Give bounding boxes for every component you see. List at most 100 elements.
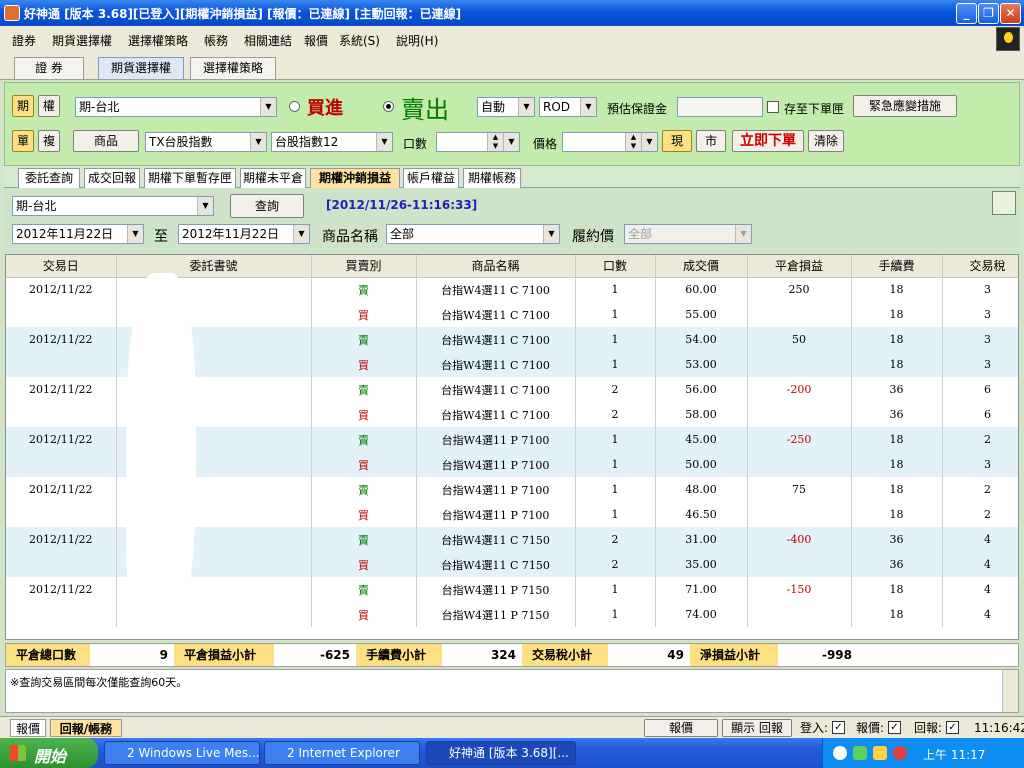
single-order-button[interactable]: 單 — [12, 130, 34, 152]
stepper-arrows-icon[interactable]: ▲ ▼ — [487, 133, 503, 151]
quote-button[interactable]: 報價 — [644, 719, 718, 737]
menu-securities[interactable]: 證券 — [12, 32, 36, 49]
emergency-button[interactable]: 緊急應變措施 — [853, 95, 957, 117]
lightbulb-icon[interactable] — [996, 27, 1020, 51]
date-to-picker[interactable]: 2012年11月22日 ▼ — [178, 224, 310, 244]
col-side-cell: 賣 — [311, 477, 417, 502]
col-order-no-header[interactable]: 委託書號 — [116, 255, 312, 278]
col-tax-cell: 2 — [942, 477, 1018, 502]
order-condition-select[interactable]: ROD ▼ — [539, 97, 597, 117]
tab-fill-report[interactable]: 成交回報 — [84, 168, 140, 188]
menu-system[interactable]: 系統(S) — [339, 32, 380, 49]
menu-help[interactable]: 說明(H) — [396, 32, 438, 49]
contract-select[interactable]: 台股指數12 ▼ — [271, 132, 393, 152]
chevron-down-icon: ▼ — [376, 133, 392, 151]
close-button[interactable]: ✕ — [1000, 3, 1021, 24]
restore-button[interactable]: ❐ — [978, 3, 999, 24]
clear-button[interactable]: 清除 — [808, 130, 844, 152]
col-close-pnl-cell: -250 — [747, 427, 852, 452]
col-side-cell: 賣 — [311, 577, 417, 602]
submit-order-button[interactable]: 立即下單 — [732, 130, 804, 152]
tab-securities[interactable]: 證 券 — [14, 57, 84, 79]
query-button[interactable]: 查詢 — [230, 194, 304, 218]
col-fee-header[interactable]: 手續費 — [851, 255, 943, 278]
col-price-cell: 55.00 — [655, 302, 748, 327]
start-button[interactable]: 開始 — [0, 738, 98, 768]
buy-label[interactable]: 買進 — [307, 94, 343, 120]
tab-open-positions[interactable]: 期權未平倉 — [240, 168, 306, 188]
col-lots-cell: 2 — [575, 527, 656, 552]
app-icon — [4, 5, 20, 21]
chevron-down-icon: ▼ — [503, 133, 519, 151]
stepper-arrows-icon[interactable]: ▲ ▼ — [625, 133, 641, 151]
col-close-pnl-header[interactable]: 平倉損益 — [747, 255, 852, 278]
account-select[interactable]: 期-台北 ▼ — [75, 97, 277, 117]
market-price-button[interactable]: 市 — [696, 130, 726, 152]
col-fee-cell: 36 — [851, 402, 943, 427]
tray-network-icon[interactable] — [873, 746, 887, 760]
options-type-button[interactable]: 權 — [38, 95, 60, 117]
tray-security-icon[interactable] — [893, 746, 907, 760]
menu-links[interactable]: 相關連結 — [244, 32, 292, 49]
col-side-header[interactable]: 買賣別 — [311, 255, 417, 278]
tab-offset-pnl[interactable]: 期權沖銷損益 — [310, 168, 400, 188]
show-report-button[interactable]: 顯示 回報 — [722, 719, 792, 737]
sub-tabs: 委託查詢 成交回報 期權下單暫存匣 期權未平倉 期權沖銷損益 帳戶權益 期權帳務 — [4, 166, 1020, 188]
date-from-picker[interactable]: 2012年11月22日 ▼ — [12, 224, 144, 244]
menu-futures-options[interactable]: 期貨選擇權 — [52, 32, 112, 49]
query-account-select[interactable]: 期-台北 ▼ — [12, 196, 214, 216]
col-fee-cell: 36 — [851, 527, 943, 552]
price-label: 價格 — [533, 137, 558, 151]
col-trade-date-header[interactable]: 交易日 — [6, 255, 117, 278]
col-tax-header[interactable]: 交易稅 — [942, 255, 1018, 278]
task-app-window[interactable]: 好神通 [版本 3.68][... — [426, 741, 576, 765]
product-button[interactable]: 商品 — [73, 130, 139, 152]
export-excel-icon[interactable] — [992, 191, 1016, 215]
buy-radio[interactable] — [289, 101, 300, 112]
note-scrollbar[interactable] — [1002, 670, 1018, 712]
col-price-header[interactable]: 成交價 — [655, 255, 748, 278]
col-price-cell: 53.00 — [655, 352, 748, 377]
tab-futures-options[interactable]: 期貨選擇權 — [98, 57, 184, 79]
tray-app-icon[interactable] — [853, 746, 867, 760]
product-name-select[interactable]: 全部 ▼ — [386, 224, 560, 244]
tab-accounting[interactable]: 期權帳務 — [463, 168, 521, 188]
col-product-header[interactable]: 商品名稱 — [416, 255, 576, 278]
col-trade-date-cell — [6, 452, 117, 477]
sell-radio[interactable] — [383, 101, 394, 112]
menu-accounts[interactable]: 帳務 — [204, 32, 228, 49]
col-close-pnl-cell — [747, 602, 852, 627]
tab-account-equity[interactable]: 帳戶權益 — [403, 168, 459, 188]
contract-select-value: 台股指數12 — [275, 135, 339, 149]
compound-order-button[interactable]: 複 — [38, 130, 60, 152]
chevron-down-icon: ▼ — [293, 225, 309, 243]
save-to-tray-checkbox[interactable] — [767, 101, 779, 113]
start-label: 開始 — [34, 747, 67, 766]
col-side-cell: 賣 — [311, 327, 417, 352]
task-windows-live[interactable]: 2 Windows Live Mes... — [104, 741, 260, 765]
product-select[interactable]: TX台股指數 ▼ — [145, 132, 267, 152]
futures-type-button[interactable]: 期 — [12, 95, 34, 117]
qty-stepper[interactable]: ▲ ▼ ▼ — [436, 132, 520, 152]
menu-option-strategy[interactable]: 選擇權策略 — [128, 32, 188, 49]
tab-order-tray[interactable]: 期權下單暫存匣 — [144, 168, 236, 188]
tab-report-accounts[interactable]: 回報/帳務 — [50, 719, 122, 737]
tab-option-strategy[interactable]: 選擇權策略 — [190, 57, 276, 79]
price-stepper[interactable]: ▲ ▼ ▼ — [562, 132, 658, 152]
menu-quotes[interactable]: 報價 — [304, 32, 328, 49]
col-close-pnl-cell: 50 — [747, 327, 852, 352]
order-mode-select[interactable]: 自動 ▼ — [477, 97, 535, 117]
tray-arrow-icon[interactable] — [833, 746, 847, 760]
col-side-cell: 買 — [311, 502, 417, 527]
minimize-button[interactable]: _ — [956, 3, 977, 24]
tab-quote[interactable]: 報價 — [10, 719, 46, 737]
task-internet-explorer[interactable]: 2 Internet Explorer — [264, 741, 420, 765]
col-fee-cell: 18 — [851, 277, 943, 302]
current-price-button[interactable]: 現 — [662, 130, 692, 152]
col-lots-header[interactable]: 口數 — [575, 255, 656, 278]
col-trade-date-cell: 2012/11/22 — [6, 277, 117, 302]
col-product-cell: 台指W4選11 C 7150 — [416, 527, 576, 552]
tab-order-query[interactable]: 委託查詢 — [18, 168, 80, 188]
sell-label[interactable]: 賣出 — [401, 90, 449, 125]
col-close-pnl-cell — [747, 502, 852, 527]
